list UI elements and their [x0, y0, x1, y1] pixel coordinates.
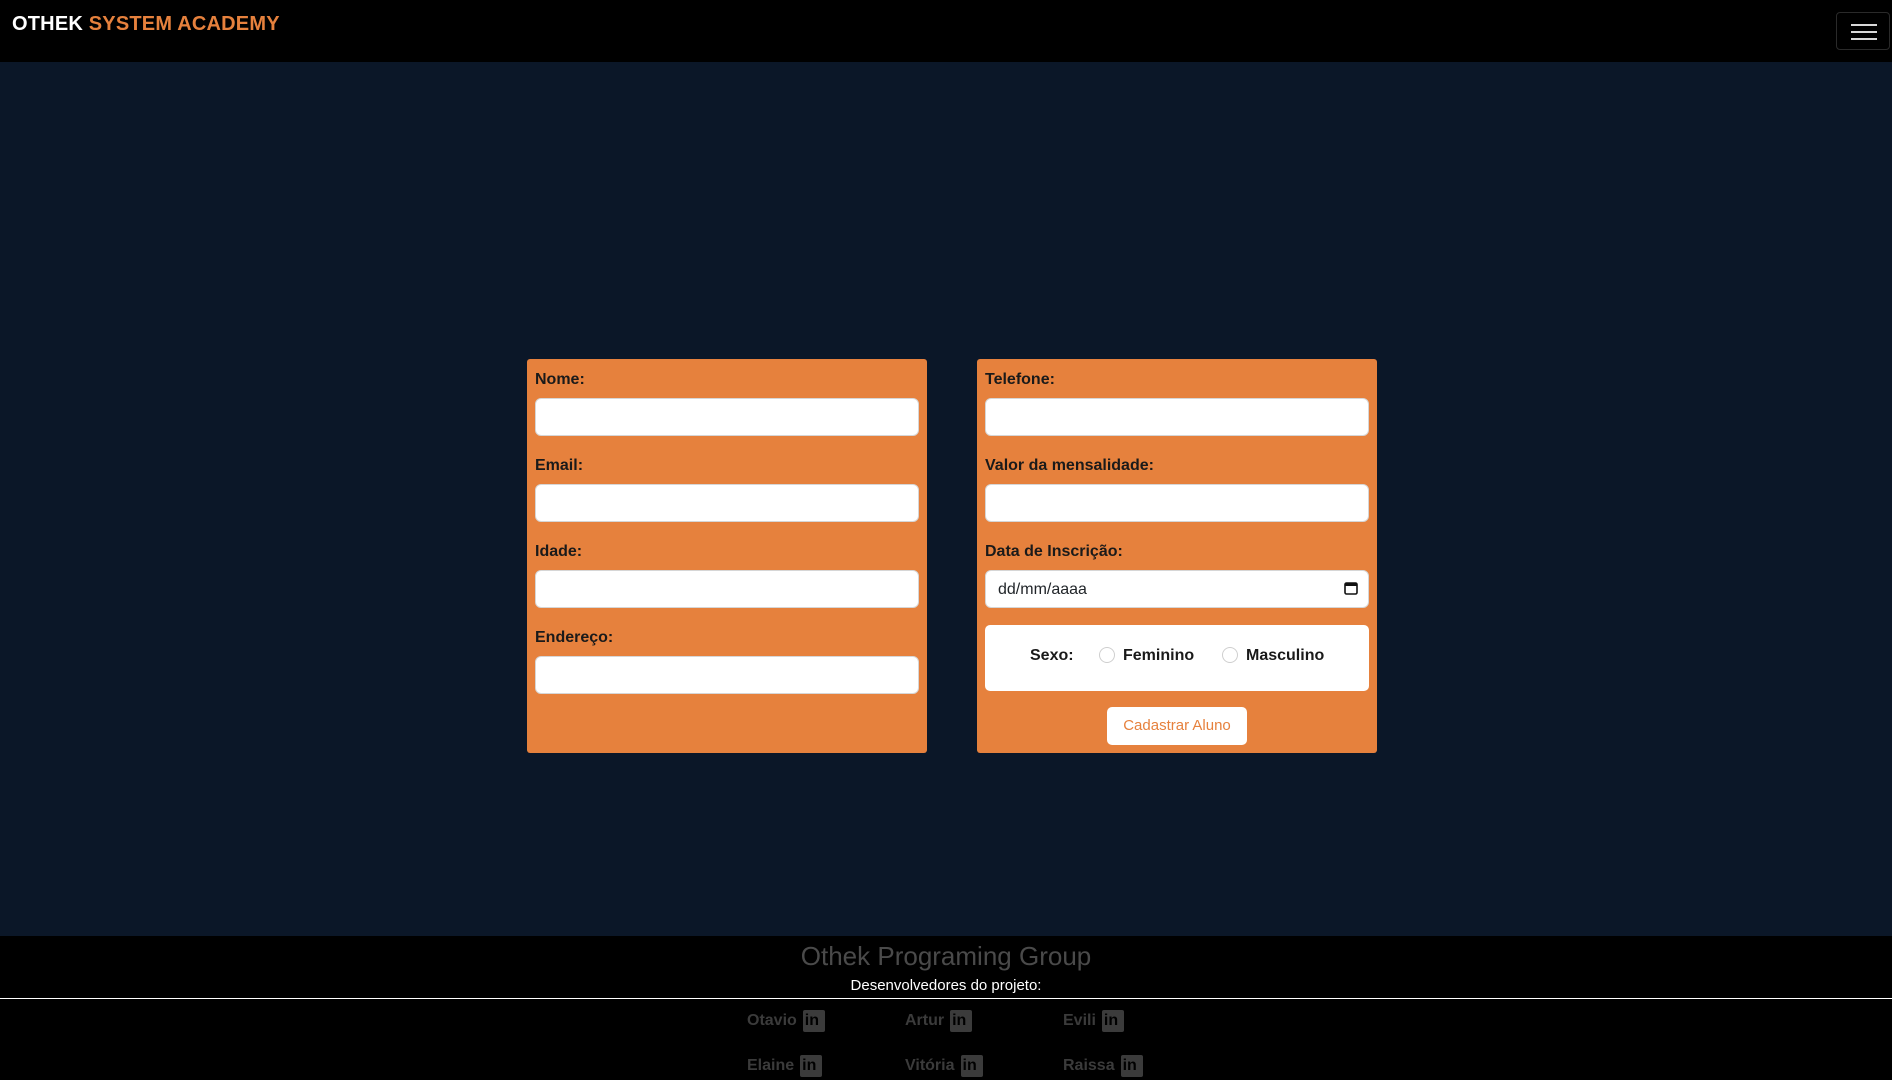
linkedin-icon[interactable]: in	[960, 1055, 983, 1077]
footer-subtitle: Desenvolvedores do projeto:	[850, 977, 1042, 994]
linkedin-icon[interactable]: in	[1101, 1010, 1124, 1032]
hamburger-icon-bar	[1851, 38, 1877, 40]
footer-divider	[0, 998, 1892, 999]
masculino-label[interactable]: Masculino	[1246, 647, 1324, 665]
telefone-input[interactable]	[985, 398, 1369, 436]
developer-link-elaine[interactable]: Elaine in	[747, 1055, 823, 1077]
hamburger-icon	[1851, 24, 1877, 26]
linkedin-icon[interactable]: in	[950, 1010, 973, 1032]
idade-input[interactable]	[535, 570, 919, 608]
main-content: Nome: Email: Idade: Endereço: Telefone: …	[0, 62, 1892, 936]
data-inscricao-input[interactable]: dd/mm/aaaa	[985, 570, 1369, 608]
developer-link-evili[interactable]: Evili in	[1063, 1010, 1124, 1032]
menu-toggle-button[interactable]	[1836, 12, 1890, 50]
email-input[interactable]	[535, 484, 919, 522]
developer-name: Otavio	[747, 1012, 797, 1029]
email-label: Email:	[535, 457, 584, 474]
developer-link-artur[interactable]: Artur in	[905, 1010, 973, 1032]
sexo-label: Sexo:	[1030, 647, 1074, 664]
footer: Othek Programing Group Desenvolvedores d…	[0, 936, 1892, 1080]
developer-name: Artur	[905, 1012, 945, 1029]
form-card-left: Nome: Email: Idade: Endereço:	[527, 359, 927, 753]
sexo-radio-group: Sexo: Feminino Masculino	[985, 625, 1369, 691]
linkedin-icon[interactable]: in	[1120, 1055, 1143, 1077]
endereco-input[interactable]	[535, 656, 919, 694]
developer-name: Elaine	[747, 1057, 795, 1074]
form-card-right: Telefone: Valor da mensalidade: Data de …	[977, 359, 1377, 753]
feminino-label[interactable]: Feminino	[1123, 647, 1194, 665]
mensalidade-input[interactable]	[985, 484, 1369, 522]
linkedin-icon[interactable]: in	[800, 1055, 823, 1077]
masculino-radio[interactable]	[1222, 647, 1238, 663]
cadastrar-aluno-button[interactable]: Cadastrar Aluno	[1107, 707, 1247, 745]
developer-link-raissa[interactable]: Raissa in	[1063, 1055, 1143, 1077]
mensalidade-label: Valor da mensalidade:	[985, 457, 1154, 474]
calendar-icon[interactable]	[1344, 581, 1358, 595]
date-placeholder: dd/mm/aaaa	[998, 581, 1087, 598]
telefone-label: Telefone:	[985, 371, 1055, 388]
developer-name: Evili	[1063, 1012, 1096, 1029]
developer-link-vitoria[interactable]: Vitória in	[905, 1055, 983, 1077]
footer-title: Othek Programing Group	[800, 941, 1092, 971]
brand-system-academy: SYSTEM ACADEMY	[88, 13, 280, 35]
developer-name: Vitória	[905, 1057, 955, 1074]
feminino-radio[interactable]	[1099, 647, 1115, 663]
endereco-label: Endereço:	[535, 629, 614, 646]
navbar: OTHEK SYSTEM ACADEMY	[0, 0, 1892, 62]
nome-input[interactable]	[535, 398, 919, 436]
nome-label: Nome:	[535, 371, 585, 388]
brand-logo[interactable]: OTHEK SYSTEM ACADEMY	[12, 13, 280, 36]
idade-label: Idade:	[535, 543, 583, 560]
hamburger-icon-bar	[1851, 31, 1877, 33]
linkedin-icon[interactable]: in	[802, 1010, 825, 1032]
data-inscricao-label: Data de Inscrição:	[985, 543, 1123, 560]
brand-othek: OTHEK	[12, 13, 83, 35]
developer-link-otavio[interactable]: Otavio in	[747, 1010, 825, 1032]
developer-name: Raissa	[1063, 1057, 1115, 1074]
